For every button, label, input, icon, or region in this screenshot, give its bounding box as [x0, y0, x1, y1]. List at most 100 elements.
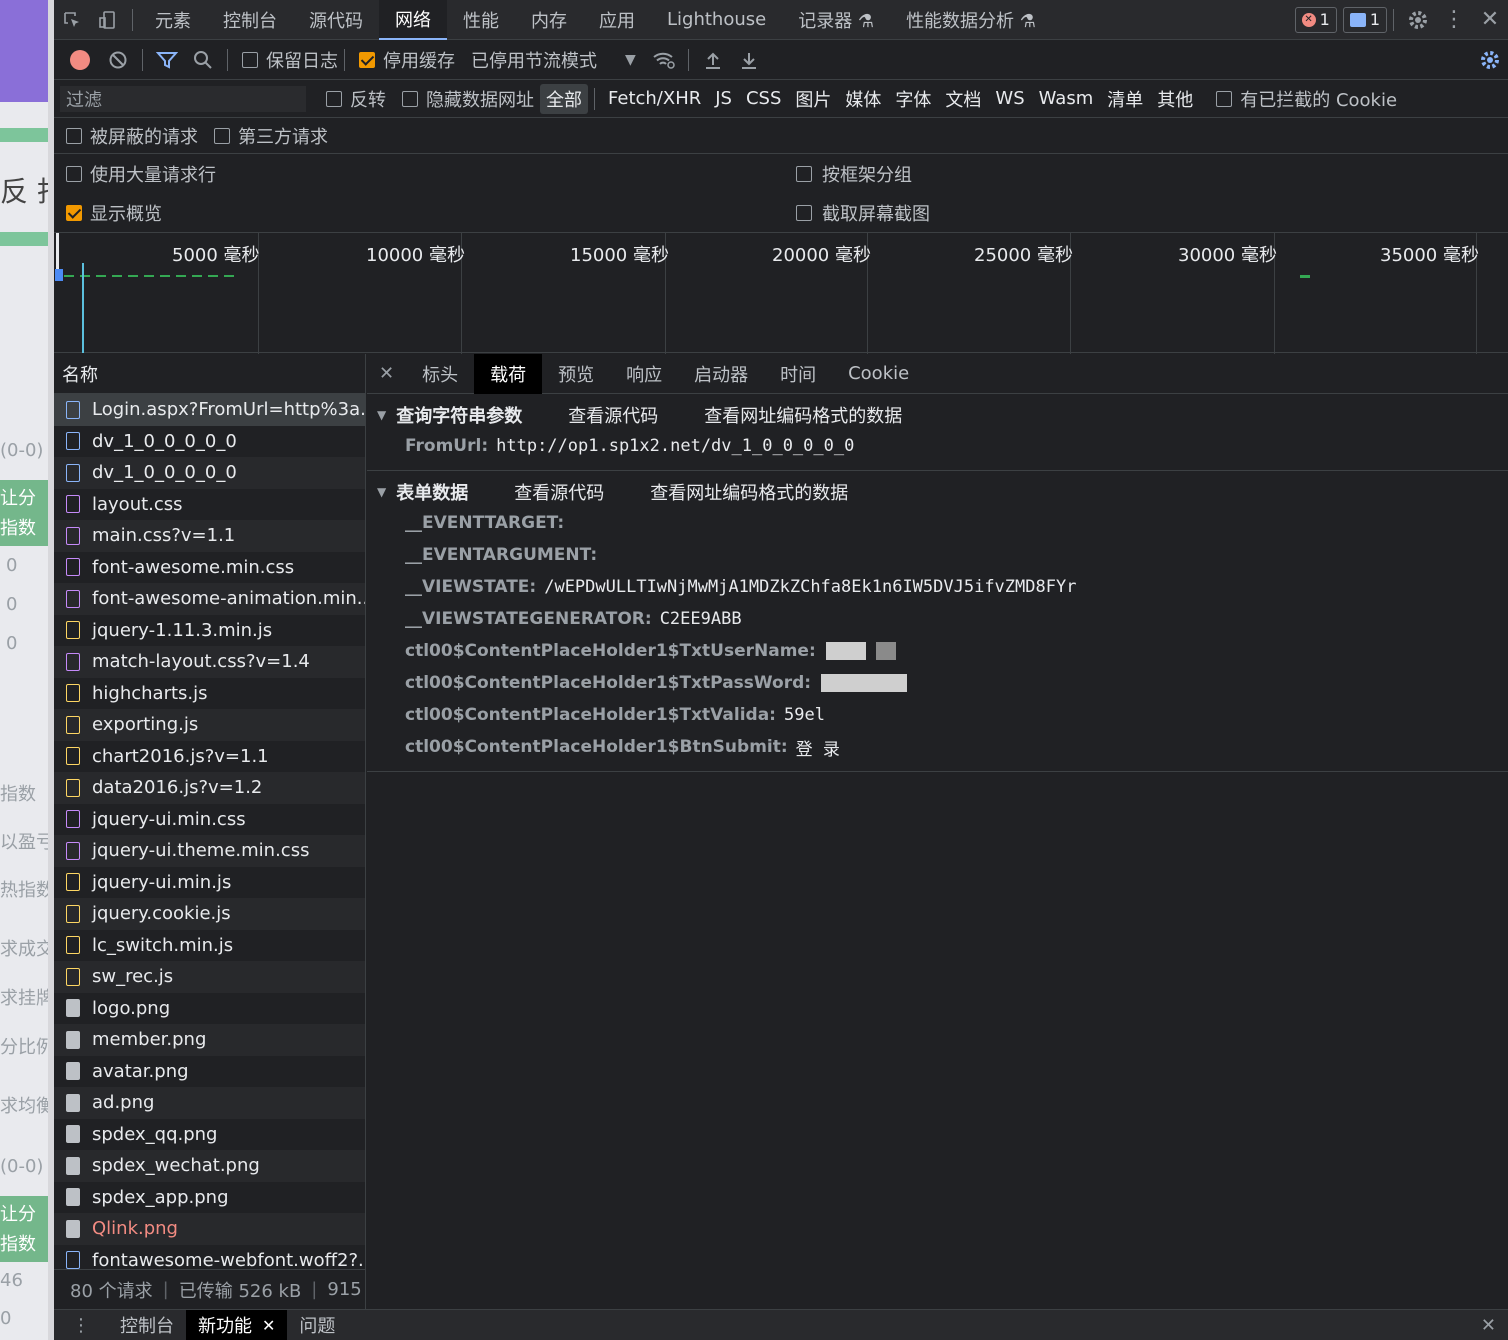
- tab-recorder[interactable]: 记录器 ⚗: [782, 0, 890, 40]
- type-filter-img[interactable]: 图片: [788, 86, 838, 112]
- inspect-element-icon[interactable]: [54, 0, 90, 40]
- request-row[interactable]: layout.css: [54, 489, 365, 521]
- throttling-select[interactable]: 已停用节流模式: [471, 47, 597, 73]
- type-filter-media[interactable]: 媒体: [838, 86, 888, 112]
- request-row[interactable]: lc_switch.min.js: [54, 930, 365, 962]
- query-string-header[interactable]: ▼ 查询字符串参数 查看源代码 查看网址编码格式的数据: [367, 400, 1508, 430]
- request-row[interactable]: jquery.cookie.js: [54, 898, 365, 930]
- tab-application[interactable]: 应用: [583, 0, 651, 40]
- message-count-badge[interactable]: 1: [1342, 6, 1387, 33]
- request-row[interactable]: avatar.png: [54, 1056, 365, 1088]
- filter-input[interactable]: 过滤: [60, 85, 306, 112]
- type-filter-manifest[interactable]: 清单: [1100, 86, 1150, 112]
- export-har-download-icon[interactable]: [731, 40, 767, 80]
- request-row[interactable]: logo.png: [54, 993, 365, 1025]
- filter-icon[interactable]: [149, 40, 185, 80]
- request-row[interactable]: ad.png: [54, 1087, 365, 1119]
- request-row[interactable]: spdex_wechat.png: [54, 1150, 365, 1182]
- large-rows-checkbox[interactable]: [66, 165, 82, 182]
- blocked-requests-checkbox[interactable]: [66, 127, 82, 144]
- hide-data-urls-checkbox[interactable]: [402, 90, 418, 107]
- request-row[interactable]: match-layout.css?v=1.4: [54, 646, 365, 678]
- type-filter-wasm[interactable]: Wasm: [1032, 88, 1101, 109]
- request-row[interactable]: jquery-ui.theme.min.css: [54, 835, 365, 867]
- request-row[interactable]: font-awesome.min.css: [54, 552, 365, 584]
- capture-screenshots-checkbox[interactable]: [796, 204, 812, 221]
- clear-icon[interactable]: [100, 40, 136, 80]
- third-party-checkbox[interactable]: [214, 127, 230, 144]
- tab-lighthouse[interactable]: Lighthouse: [651, 0, 782, 40]
- close-devtools-icon[interactable]: ✕: [1472, 0, 1508, 40]
- request-row[interactable]: spdex_app.png: [54, 1182, 365, 1214]
- invert-checkbox[interactable]: [326, 90, 342, 107]
- type-filter-all[interactable]: 全部: [540, 83, 588, 114]
- request-row[interactable]: dv_1_0_0_0_0_0: [54, 457, 365, 489]
- type-filter-font[interactable]: 字体: [888, 86, 938, 112]
- group-by-frame-checkbox[interactable]: [796, 165, 812, 182]
- search-icon[interactable]: [185, 40, 221, 80]
- view-url-encoded-link[interactable]: 查看网址编码格式的数据: [704, 402, 902, 428]
- tab-initiator[interactable]: 启动器: [678, 354, 764, 394]
- close-tab-icon[interactable]: ✕: [262, 1316, 275, 1335]
- chevron-down-icon[interactable]: ▼: [625, 52, 636, 68]
- request-row[interactable]: Qlink.png: [54, 1213, 365, 1245]
- request-row[interactable]: chart2016.js?v=1.1: [54, 741, 365, 773]
- tab-sources[interactable]: 源代码: [293, 0, 379, 40]
- drawer-tab-whats-new[interactable]: 新功能 ✕: [186, 1309, 288, 1340]
- close-detail-icon[interactable]: ✕: [367, 354, 406, 394]
- request-row[interactable]: member.png: [54, 1024, 365, 1056]
- view-source-link[interactable]: 查看源代码: [514, 479, 604, 505]
- record-button[interactable]: [70, 49, 90, 70]
- form-data-header[interactable]: ▼ 表单数据 查看源代码 查看网址编码格式的数据: [367, 477, 1508, 507]
- request-row[interactable]: main.css?v=1.1: [54, 520, 365, 552]
- request-row[interactable]: font-awesome-animation.min....: [54, 583, 365, 615]
- tab-memory[interactable]: 内存: [515, 0, 583, 40]
- column-header-name[interactable]: 名称: [54, 354, 365, 394]
- request-row[interactable]: jquery-ui.min.js: [54, 867, 365, 899]
- tab-elements[interactable]: 元素: [139, 0, 207, 40]
- request-row[interactable]: data2016.js?v=1.2: [54, 772, 365, 804]
- type-filter-js[interactable]: JS: [708, 88, 739, 109]
- network-overview-timeline[interactable]: 5000 毫秒 10000 毫秒 15000 毫秒 20000 毫秒 25000…: [54, 232, 1508, 354]
- drawer-menu-icon[interactable]: ⋮: [54, 1310, 108, 1340]
- tab-performance-insights[interactable]: 性能数据分析 ⚗: [890, 0, 1052, 40]
- error-count-badge[interactable]: ✕ 1: [1294, 6, 1337, 33]
- network-conditions-wifi-icon[interactable]: [646, 40, 682, 80]
- request-row[interactable]: jquery-1.11.3.min.js: [54, 615, 365, 647]
- view-source-link[interactable]: 查看源代码: [568, 402, 658, 428]
- show-overview-checkbox[interactable]: [66, 204, 82, 221]
- type-filter-other[interactable]: 其他: [1150, 86, 1200, 112]
- disable-cache-checkbox[interactable]: [359, 51, 375, 68]
- tab-headers[interactable]: 标头: [406, 354, 474, 394]
- request-row[interactable]: jquery-ui.min.css: [54, 804, 365, 836]
- request-row[interactable]: exporting.js: [54, 709, 365, 741]
- timeline-window-handle[interactable]: [56, 233, 59, 269]
- settings-gear-icon[interactable]: [1400, 0, 1436, 40]
- import-har-upload-icon[interactable]: [695, 40, 731, 80]
- request-row[interactable]: sw_rec.js: [54, 961, 365, 993]
- drawer-tab-issues[interactable]: 问题: [287, 1310, 347, 1340]
- device-toolbar-icon[interactable]: [90, 0, 126, 40]
- type-filter-ws[interactable]: WS: [988, 88, 1031, 109]
- request-row[interactable]: highcharts.js: [54, 678, 365, 710]
- tab-network[interactable]: 网络: [379, 0, 447, 40]
- tab-timing[interactable]: 时间: [764, 354, 832, 394]
- tab-preview[interactable]: 预览: [542, 354, 610, 394]
- tab-payload[interactable]: 载荷: [474, 353, 543, 394]
- more-options-icon[interactable]: ⋮: [1436, 0, 1472, 40]
- tab-performance[interactable]: 性能: [447, 0, 515, 40]
- close-drawer-icon[interactable]: ✕: [1469, 1310, 1508, 1340]
- type-filter-css[interactable]: CSS: [739, 88, 788, 109]
- tab-cookies[interactable]: Cookie: [832, 354, 925, 394]
- request-row[interactable]: dv_1_0_0_0_0_0: [54, 426, 365, 458]
- type-filter-doc[interactable]: 文档: [938, 86, 988, 112]
- blocked-cookies-checkbox[interactable]: [1216, 90, 1233, 107]
- view-url-encoded-link[interactable]: 查看网址编码格式的数据: [650, 479, 848, 505]
- preserve-log-checkbox[interactable]: [242, 51, 258, 68]
- network-settings-gear-icon[interactable]: [1472, 40, 1508, 80]
- drawer-tab-console[interactable]: 控制台: [108, 1310, 186, 1340]
- tab-response[interactable]: 响应: [610, 354, 678, 394]
- request-row[interactable]: spdex_qq.png: [54, 1119, 365, 1151]
- type-filter-fetch-xhr[interactable]: Fetch/XHR: [601, 88, 708, 109]
- tab-console[interactable]: 控制台: [207, 0, 293, 40]
